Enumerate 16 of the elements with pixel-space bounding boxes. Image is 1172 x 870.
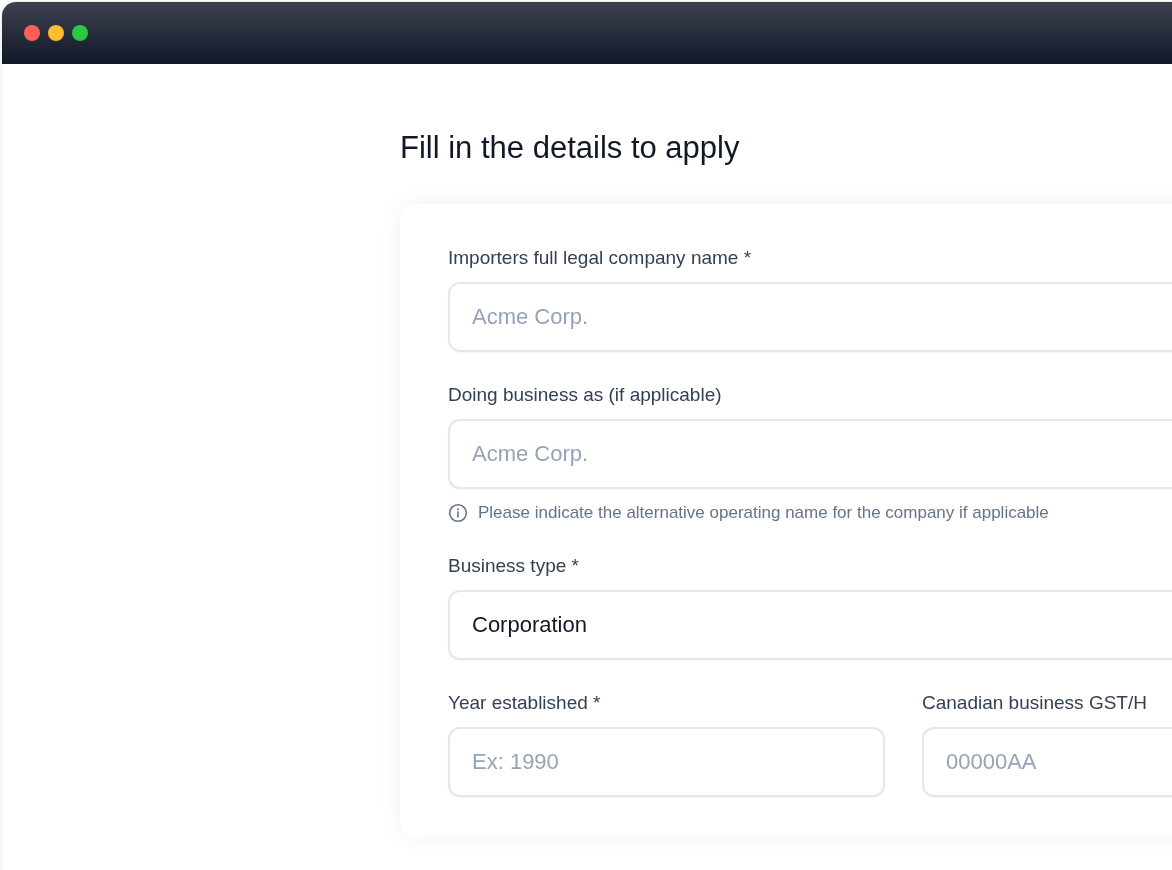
window-control[interactable] (24, 25, 40, 41)
field-label: Business type * (448, 554, 579, 578)
field-label: Importers full legal company name * (448, 246, 752, 270)
field-label: Canadian business GST/H (922, 691, 1147, 715)
input-field[interactable]: 00000AA (922, 727, 1172, 797)
select-field[interactable]: Corporation (448, 590, 1172, 660)
hint-text: Please indicate the alternative operating name for the company if applicable (478, 503, 1049, 523)
window-control[interactable] (72, 25, 88, 41)
info-icon (448, 503, 468, 523)
input-field[interactable]: Ex: 1990 (448, 727, 885, 797)
page-heading: Fill in the details to apply (400, 129, 741, 167)
field-label: Year established * (448, 691, 601, 715)
field-label: Doing business as (if applicable) (448, 383, 722, 407)
input-field[interactable]: Acme Corp. (448, 282, 1172, 352)
input-field[interactable]: Acme Corp. (448, 419, 1172, 489)
window-control[interactable] (48, 25, 64, 41)
